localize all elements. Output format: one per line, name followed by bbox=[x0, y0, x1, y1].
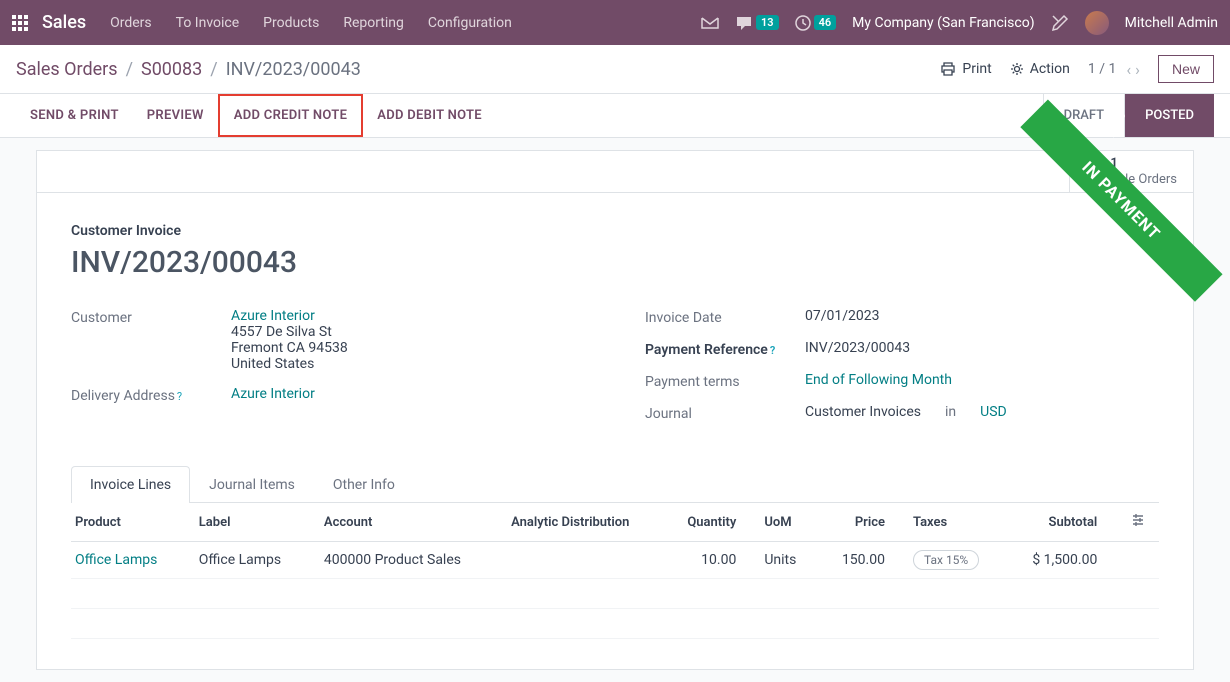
controlbar-right: Print Action 1 / 1 ‹ › New bbox=[940, 55, 1214, 83]
delivery-link[interactable]: Azure Interior bbox=[231, 386, 315, 402]
nav-to-invoice[interactable]: To Invoice bbox=[176, 15, 240, 31]
activities-badge: 46 bbox=[814, 15, 837, 30]
add-credit-note-button[interactable]: ADD CREDIT NOTE bbox=[218, 94, 363, 137]
gear-icon bbox=[1010, 62, 1024, 76]
nav-orders[interactable]: Orders bbox=[110, 15, 152, 31]
send-print-button[interactable]: SEND & PRINT bbox=[16, 96, 133, 135]
topnav: Orders To Invoice Products Reporting Con… bbox=[110, 15, 512, 31]
th-account[interactable]: Account bbox=[310, 503, 497, 542]
tab-journal-items[interactable]: Journal Items bbox=[190, 466, 314, 503]
journal-label: Journal bbox=[645, 404, 805, 422]
cell-account: 400000 Product Sales bbox=[310, 542, 497, 579]
payment-terms-label: Payment terms bbox=[645, 372, 805, 390]
breadcrumb-root[interactable]: Sales Orders bbox=[16, 59, 118, 80]
apps-icon[interactable] bbox=[12, 15, 28, 31]
th-price[interactable]: Price bbox=[818, 503, 899, 542]
cell-subtotal: $ 1,500.00 bbox=[1006, 542, 1111, 579]
invoice-lines-table: Product Label Account Analytic Distribut… bbox=[71, 503, 1159, 639]
tab-other-info[interactable]: Other Info bbox=[314, 466, 414, 503]
columns-settings-icon[interactable] bbox=[1131, 515, 1145, 531]
cell-analytic bbox=[497, 542, 663, 579]
field-col-left: Customer Azure Interior 4557 De Silva St… bbox=[71, 308, 585, 436]
fields: Customer Azure Interior 4557 De Silva St… bbox=[71, 308, 1159, 436]
cell-price: 150.00 bbox=[818, 542, 899, 579]
messages-icon[interactable]: 13 bbox=[735, 15, 779, 31]
pager-count: 1 / 1 bbox=[1088, 61, 1116, 77]
addr-line2: Fremont CA 94538 bbox=[231, 340, 348, 356]
brand[interactable]: Sales bbox=[42, 12, 86, 33]
cell-quantity: 10.00 bbox=[663, 542, 750, 579]
th-analytic[interactable]: Analytic Distribution bbox=[497, 503, 663, 542]
help-icon[interactable]: ? bbox=[177, 390, 182, 403]
controlbar: Sales Orders / S00083 / INV/2023/00043 P… bbox=[0, 45, 1230, 94]
table-wrap: Product Label Account Analytic Distribut… bbox=[37, 503, 1193, 669]
help-icon[interactable]: ? bbox=[770, 344, 775, 357]
cell-product[interactable]: Office Lamps bbox=[75, 552, 157, 568]
sheet-topbar: 1 Sale Orders bbox=[37, 151, 1193, 193]
addr-line1: 4557 De Silva St bbox=[231, 324, 332, 340]
in-label: in bbox=[945, 404, 956, 420]
th-label[interactable]: Label bbox=[185, 503, 310, 542]
company-name[interactable]: My Company (San Francisco) bbox=[852, 15, 1034, 31]
addr-line3: United States bbox=[231, 356, 314, 372]
th-uom[interactable]: UoM bbox=[750, 503, 818, 542]
pager-prev[interactable]: ‹ bbox=[1126, 60, 1131, 79]
username[interactable]: Mitchell Admin bbox=[1125, 15, 1218, 31]
journal-value: Customer Invoices bbox=[805, 404, 921, 420]
breadcrumb-order[interactable]: S00083 bbox=[141, 59, 202, 80]
th-quantity[interactable]: Quantity bbox=[663, 503, 750, 542]
nav-configuration[interactable]: Configuration bbox=[428, 15, 512, 31]
new-button[interactable]: New bbox=[1158, 55, 1214, 83]
status-posted[interactable]: POSTED bbox=[1124, 94, 1214, 137]
table-row[interactable]: Office Lamps Office Lamps 400000 Product… bbox=[71, 542, 1159, 579]
cell-uom: Units bbox=[750, 542, 818, 579]
main: 1 Sale Orders IN PAYMENT Customer Invoic… bbox=[0, 138, 1230, 682]
stat-count: 1 bbox=[1110, 156, 1177, 172]
nav-products[interactable]: Products bbox=[263, 15, 319, 31]
payment-terms-link[interactable]: End of Following Month bbox=[805, 372, 952, 388]
action-button[interactable]: Action bbox=[1010, 61, 1070, 77]
th-product[interactable]: Product bbox=[71, 503, 185, 542]
payment-ref-label: Payment Reference? bbox=[645, 340, 805, 358]
th-taxes[interactable]: Taxes bbox=[899, 503, 1006, 542]
preview-button[interactable]: PREVIEW bbox=[133, 96, 218, 135]
cell-label: Office Lamps bbox=[185, 542, 310, 579]
tabs: Invoice Lines Journal Items Other Info bbox=[71, 466, 1159, 503]
settings-icon[interactable] bbox=[1051, 14, 1069, 32]
avatar[interactable] bbox=[1085, 11, 1109, 35]
pager: 1 / 1 ‹ › bbox=[1088, 60, 1140, 79]
sheet-body: Customer Invoice INV/2023/00043 Customer… bbox=[37, 193, 1193, 466]
invoice-date-value: 07/01/2023 bbox=[805, 308, 1159, 324]
table-row-blank bbox=[71, 609, 1159, 639]
delivery-label: Delivery Address? bbox=[71, 386, 231, 404]
doc-title: INV/2023/00043 bbox=[71, 245, 1159, 280]
print-button[interactable]: Print bbox=[940, 61, 991, 77]
tray-icon[interactable] bbox=[701, 15, 719, 31]
pager-next[interactable]: › bbox=[1135, 60, 1140, 79]
field-col-right: Invoice Date 07/01/2023 Payment Referenc… bbox=[645, 308, 1159, 436]
messages-badge: 13 bbox=[756, 15, 779, 30]
payment-ref-value: INV/2023/00043 bbox=[805, 340, 1159, 356]
customer-link[interactable]: Azure Interior bbox=[231, 308, 315, 324]
doc-type-label: Customer Invoice bbox=[71, 223, 1159, 239]
currency-link[interactable]: USD bbox=[980, 404, 1007, 420]
cell-taxes: Tax 15% bbox=[899, 542, 1006, 579]
topbar-right: 13 46 My Company (San Francisco) Mitchel… bbox=[701, 11, 1218, 35]
activities-icon[interactable]: 46 bbox=[795, 15, 837, 31]
th-subtotal[interactable]: Subtotal bbox=[1006, 503, 1111, 542]
table-row-blank bbox=[71, 579, 1159, 609]
breadcrumb-current: INV/2023/00043 bbox=[226, 59, 361, 80]
add-debit-note-button[interactable]: ADD DEBIT NOTE bbox=[363, 96, 496, 135]
breadcrumb: Sales Orders / S00083 / INV/2023/00043 bbox=[16, 59, 361, 80]
invoice-date-label: Invoice Date bbox=[645, 308, 805, 326]
printer-icon bbox=[940, 61, 956, 77]
nav-reporting[interactable]: Reporting bbox=[343, 15, 404, 31]
sheet: 1 Sale Orders IN PAYMENT Customer Invoic… bbox=[36, 150, 1194, 670]
topbar: Sales Orders To Invoice Products Reporti… bbox=[0, 0, 1230, 45]
tab-invoice-lines[interactable]: Invoice Lines bbox=[71, 466, 190, 503]
customer-label: Customer bbox=[71, 308, 231, 326]
